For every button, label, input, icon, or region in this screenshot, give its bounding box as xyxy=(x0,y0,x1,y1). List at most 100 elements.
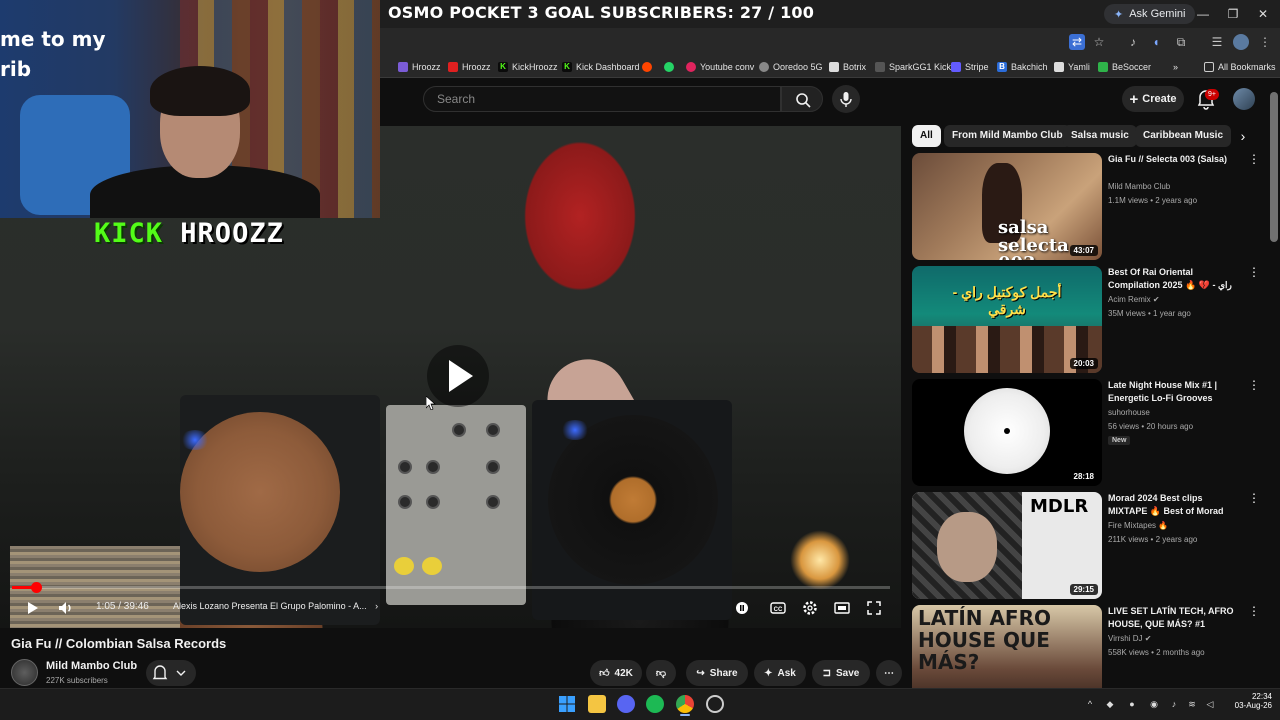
chrome-icon[interactable] xyxy=(676,695,694,713)
chip-from-channel[interactable]: From Mild Mambo Club xyxy=(944,125,1071,147)
video-thumbnail[interactable]: 28:18 xyxy=(912,379,1102,486)
recommendation-channel[interactable]: Mild Mambo Club xyxy=(1108,182,1170,191)
bookmark-kickhroozz[interactable]: K KickHroozz xyxy=(498,60,558,74)
discord-icon[interactable] xyxy=(617,695,635,713)
create-button[interactable]: + Create xyxy=(1122,86,1184,112)
speaker-icon[interactable]: ◁ xyxy=(1204,698,1216,710)
chapter-title[interactable]: Alexis Lozano Presenta El Grupo Palomino… xyxy=(173,601,378,611)
search-input[interactable]: Search xyxy=(423,86,781,112)
page-scrollbar[interactable] xyxy=(1270,92,1278,242)
recommendation-item[interactable]: salsa selecta 003 43:07 Gia Fu // Select… xyxy=(912,153,1262,260)
recommendation-item[interactable]: 28:18 Late Night House Mix #1 | Energeti… xyxy=(912,379,1262,486)
more-vertical-icon[interactable]: ⋮ xyxy=(1248,605,1260,617)
bookmark-stripe[interactable]: Stripe xyxy=(951,60,989,74)
bookmark-botrix[interactable]: Botrix xyxy=(829,60,866,74)
tray-app-icon[interactable]: ◆ xyxy=(1104,698,1116,710)
vinyl-hole xyxy=(1004,428,1010,434)
wifi-icon[interactable]: ≋ xyxy=(1186,698,1198,710)
extensions-puzzle-icon[interactable]: ⧉ xyxy=(1173,34,1189,50)
settings-button[interactable] xyxy=(800,598,820,618)
dislike-button[interactable]: 👎︎ xyxy=(646,660,676,686)
bookmark-hroozz-1[interactable]: Hroozz xyxy=(398,60,441,74)
bookmark-kick-dashboard[interactable]: K Kick Dashboard xyxy=(562,60,640,74)
more-vertical-icon[interactable]: ⋮ xyxy=(1248,492,1260,504)
more-actions-button[interactable]: ⋯ xyxy=(876,660,902,686)
subscription-bell-button[interactable] xyxy=(146,660,196,686)
progress-bar[interactable] xyxy=(12,586,890,589)
bookmark-reddit[interactable] xyxy=(642,60,652,74)
bookmark-whatsapp[interactable] xyxy=(664,60,674,74)
chip-caribbean-music[interactable]: Caribbean Music xyxy=(1135,125,1232,147)
bookmark-besoccer[interactable]: BeSoccer xyxy=(1098,60,1151,74)
save-button[interactable]: ⊐ Save xyxy=(812,660,870,686)
ask-button[interactable]: ✦ Ask xyxy=(754,660,806,686)
all-bookmarks[interactable]: All Bookmarks xyxy=(1204,60,1276,74)
recommendation-title[interactable]: Late Night House Mix #1 | Energetic Lo-F… xyxy=(1108,379,1243,405)
bookmarks-overflow-icon[interactable]: » xyxy=(1173,60,1178,74)
browser-menu-icon[interactable]: ⋮ xyxy=(1257,34,1273,50)
extension-audio-icon[interactable]: ◖ xyxy=(1148,34,1164,50)
file-explorer-icon[interactable] xyxy=(588,695,606,713)
bookmark-hroozz-2[interactable]: Hroozz xyxy=(448,60,491,74)
spotify-icon[interactable] xyxy=(646,695,664,713)
bookmark-sparkgg[interactable]: SparkGG1 Kick xyxy=(875,60,951,74)
captions-button[interactable]: CC xyxy=(768,598,788,618)
recommendation-title[interactable]: Best Of Rai Oriental Compilation 2025 🔥 … xyxy=(1108,266,1243,292)
recommendation-title[interactable]: Gia Fu // Selecta 003 (Salsa) xyxy=(1108,153,1243,166)
search-button[interactable] xyxy=(781,86,823,112)
more-vertical-icon[interactable]: ⋮ xyxy=(1248,266,1260,278)
minimize-icon[interactable]: — xyxy=(1192,4,1214,24)
voice-search-button[interactable] xyxy=(832,85,860,113)
besoccer-icon xyxy=(1098,62,1108,72)
bookmark-star-icon[interactable]: ☆ xyxy=(1091,34,1107,50)
recommendation-channel[interactable]: suhorhouse xyxy=(1108,408,1150,417)
recommendation-channel[interactable]: Virrshi DJ ✔︎ xyxy=(1108,634,1151,643)
video-thumbnail[interactable]: أجمل كوكتيل راي - شرقي 20:03 xyxy=(912,266,1102,373)
recommendation-title[interactable]: LIVE SET LATÍN TECH, AFRO HOUSE, QUE MÁS… xyxy=(1108,605,1243,631)
recommendation-title[interactable]: Morad 2024 Best clips MIXTAPE 🔥 Best of … xyxy=(1108,492,1243,518)
fullscreen-button[interactable] xyxy=(864,598,884,618)
extension-music-icon[interactable]: ♪ xyxy=(1125,34,1141,50)
bookmark-youtube-conv[interactable]: Youtube conv xyxy=(686,60,754,74)
play-button[interactable] xyxy=(22,598,42,618)
video-thumbnail[interactable]: LATÍN AFRO HOUSE QUE MÁS? xyxy=(912,605,1102,688)
channel-name[interactable]: Mild Mambo Club xyxy=(46,660,137,672)
tray-app-icon[interactable]: ● xyxy=(1126,698,1138,710)
progress-scrubber[interactable] xyxy=(31,582,42,593)
reading-list-icon[interactable]: ☰ xyxy=(1209,34,1225,50)
big-play-button[interactable] xyxy=(427,345,489,407)
account-avatar[interactable] xyxy=(1233,88,1255,110)
close-icon[interactable]: ✕ xyxy=(1252,4,1274,24)
video-thumbnail[interactable]: MDLR 29:15 xyxy=(912,492,1102,599)
maximize-icon[interactable]: ❐ xyxy=(1222,4,1244,24)
recommendation-channel[interactable]: Acim Remix ✔︎ xyxy=(1108,295,1160,304)
profile-icon[interactable] xyxy=(1233,34,1249,50)
tray-mic-icon[interactable]: ♪ xyxy=(1168,698,1180,710)
theater-mode-button[interactable] xyxy=(832,598,852,618)
share-button[interactable]: ↪ Share xyxy=(686,660,748,686)
bookmark-ooredoo[interactable]: Ooredoo 5G xyxy=(759,60,823,74)
ask-gemini-button[interactable]: ✦ Ask Gemini xyxy=(1104,4,1196,24)
volume-button[interactable] xyxy=(56,598,76,618)
chip-salsa-music[interactable]: Salsa music xyxy=(1063,125,1137,147)
like-button[interactable]: 👍︎ 42K xyxy=(590,660,642,686)
obs-icon[interactable] xyxy=(706,695,724,713)
system-clock[interactable]: 22:34 03-Aug-26 xyxy=(1228,692,1272,710)
bookmark-bakchich[interactable]: B Bakchich xyxy=(997,60,1048,74)
more-vertical-icon[interactable]: ⋮ xyxy=(1248,153,1260,165)
channel-avatar[interactable] xyxy=(11,659,38,686)
chips-next-icon[interactable]: › xyxy=(1234,126,1252,146)
windows-start-icon[interactable] xyxy=(558,695,576,713)
bookmark-yamli[interactable]: Yamli xyxy=(1054,60,1090,74)
recommendation-item[interactable]: LATÍN AFRO HOUSE QUE MÁS? LIVE SET LATÍN… xyxy=(912,605,1262,688)
recommendation-channel[interactable]: Fire Mixtapes 🔥 xyxy=(1108,521,1168,530)
translate-icon[interactable]: ⇄ xyxy=(1069,34,1085,50)
tray-app-icon[interactable]: ◉ xyxy=(1148,698,1160,710)
tray-overflow-icon[interactable]: ^ xyxy=(1084,698,1096,710)
more-vertical-icon[interactable]: ⋮ xyxy=(1248,379,1260,391)
video-thumbnail[interactable]: salsa selecta 003 43:07 xyxy=(912,153,1102,260)
recommendation-item[interactable]: MDLR 29:15 Morad 2024 Best clips MIXTAPE… xyxy=(912,492,1262,599)
autoplay-toggle[interactable] xyxy=(732,598,752,618)
recommendation-item[interactable]: أجمل كوكتيل راي - شرقي 20:03 Best Of Rai… xyxy=(912,266,1262,373)
chip-all[interactable]: All xyxy=(912,125,941,147)
